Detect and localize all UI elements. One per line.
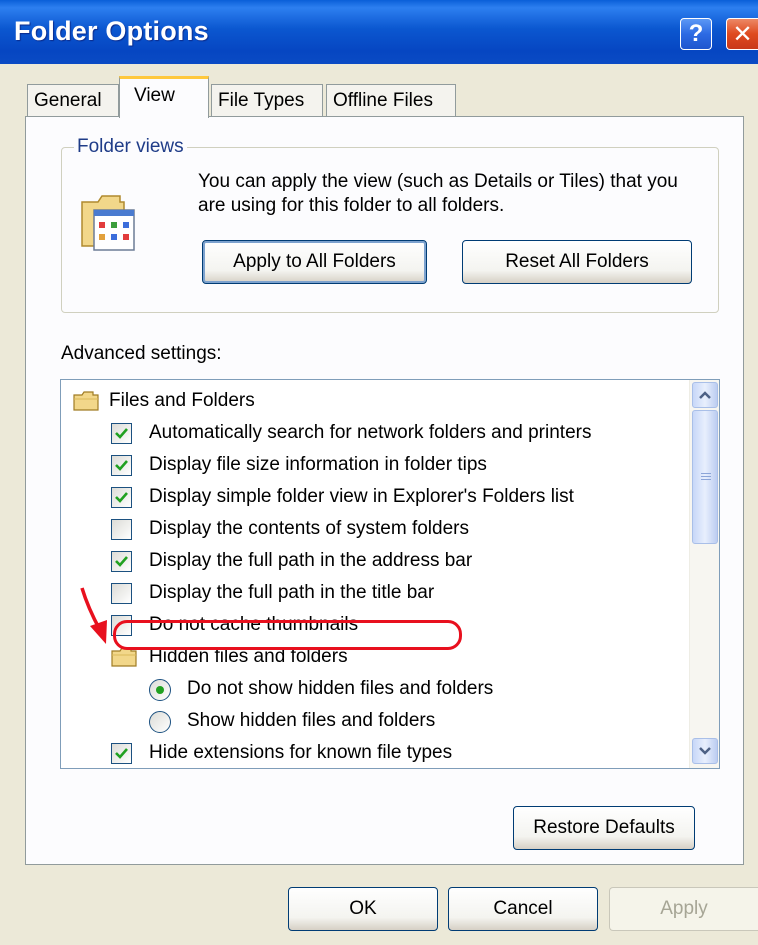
folder-views-description: You can apply the view (such as Details … [198,171,678,216]
category-label: Hidden files and folders [149,646,348,667]
list-item: Hidden files and folders [61,642,681,674]
vertical-scrollbar[interactable] [689,380,719,768]
checkbox[interactable] [111,455,132,476]
folder-views-legend: Folder views [74,136,187,158]
button-label: Apply to All Folders [233,251,396,272]
chevron-up-icon [699,391,711,399]
help-icon: ? [688,20,704,47]
list-item[interactable]: Display the full path in the title bar [61,578,681,610]
close-icon: ✕ [732,20,753,48]
scroll-down-button[interactable] [692,738,718,764]
check-icon [115,748,128,759]
grip-line [701,476,711,477]
checkbox[interactable] [111,615,132,636]
view-tab-panel: Folder views You can apply the view (suc… [25,116,744,865]
folder-view-icon [81,195,135,251]
ok-button[interactable]: OK [288,887,438,931]
folder-views-group: Folder views You can apply the view (suc… [61,136,719,313]
scroll-thumb[interactable] [692,410,718,544]
grip-line [701,479,711,480]
tab-label: Offline Files [333,90,433,111]
list-item[interactable]: Automatically search for network folders… [61,418,681,450]
button-label: Reset All Folders [505,251,649,272]
advanced-settings-label: Advanced settings: [61,343,222,364]
checkbox-label: Display file size information in folder … [149,454,487,475]
checkbox[interactable] [111,519,132,540]
list-item[interactable]: Hide extensions for known file types [61,738,681,768]
list-item[interactable]: Display simple folder view in Explorer's… [61,482,681,514]
checkbox[interactable] [111,551,132,572]
apply-to-all-folders-button[interactable]: Apply to All Folders [202,240,427,284]
scroll-up-button[interactable] [692,382,718,408]
button-label: Restore Defaults [533,817,675,838]
grip-line [701,473,711,474]
list-item[interactable]: Display the contents of system folders [61,514,681,546]
list-item[interactable]: Display the full path in the address bar [61,546,681,578]
radio-selected-dot [156,686,164,694]
checkbox[interactable] [111,487,132,508]
apply-button[interactable]: Apply [609,887,758,931]
list-item[interactable]: Display file size information in folder … [61,450,681,482]
button-label: Apply [660,898,708,919]
restore-defaults-button[interactable]: Restore Defaults [513,806,695,850]
tab-label: File Types [218,90,305,111]
close-button[interactable]: ✕ [726,18,758,50]
title-bar[interactable]: Folder Options ? ✕ [0,0,758,64]
checkbox-label: Display the contents of system folders [149,518,469,539]
radio-button[interactable] [149,711,171,733]
list-item[interactable]: Do not show hidden files and folders [61,674,681,706]
checkbox[interactable] [111,423,132,444]
checkbox-label: Do not cache thumbnails [149,614,359,635]
check-icon [115,460,128,471]
checkbox-label: Display simple folder view in Explorer's… [149,486,574,507]
check-icon [115,556,128,567]
tab-general[interactable]: General [27,84,119,116]
checkbox[interactable] [111,583,132,604]
tab-label: General [34,90,102,111]
category-label: Files and Folders [109,390,255,411]
check-icon [115,428,128,439]
tab-view[interactable]: View [119,76,209,118]
help-button[interactable]: ? [680,18,712,50]
reset-all-folders-button[interactable]: Reset All Folders [462,240,692,284]
folder-options-dialog: Folder Options ? ✕ General View File Typ… [0,0,758,945]
checkbox-label: Hide extensions for known file types [149,742,453,763]
button-label: Cancel [493,898,553,919]
checkbox[interactable] [111,743,132,764]
tab-label: View [134,85,175,106]
folder-icon [111,647,137,667]
list-item[interactable]: Do not cache thumbnails [61,610,681,642]
radio-label: Show hidden files and folders [187,710,436,731]
advanced-settings-list[interactable]: Files and Folders Automatically search f… [60,379,720,769]
window-title: Folder Options [14,16,209,46]
tab-offline-files[interactable]: Offline Files [326,84,456,116]
checkbox-label: Display the full path in the title bar [149,582,435,603]
list-item: Files and Folders [61,386,681,418]
list-item[interactable]: Show hidden files and folders [61,706,681,738]
checkbox-label: Automatically search for network folders… [149,422,592,443]
tab-file-types[interactable]: File Types [211,84,323,116]
chevron-down-icon [699,747,711,755]
check-icon [115,492,128,503]
radio-button[interactable] [149,679,171,701]
cancel-button[interactable]: Cancel [448,887,598,931]
button-label: OK [349,898,377,919]
folder-icon [73,391,99,411]
checkbox-label: Display the full path in the address bar [149,550,473,571]
radio-label: Do not show hidden files and folders [187,678,494,699]
annotation-arrow-icon [80,587,107,644]
